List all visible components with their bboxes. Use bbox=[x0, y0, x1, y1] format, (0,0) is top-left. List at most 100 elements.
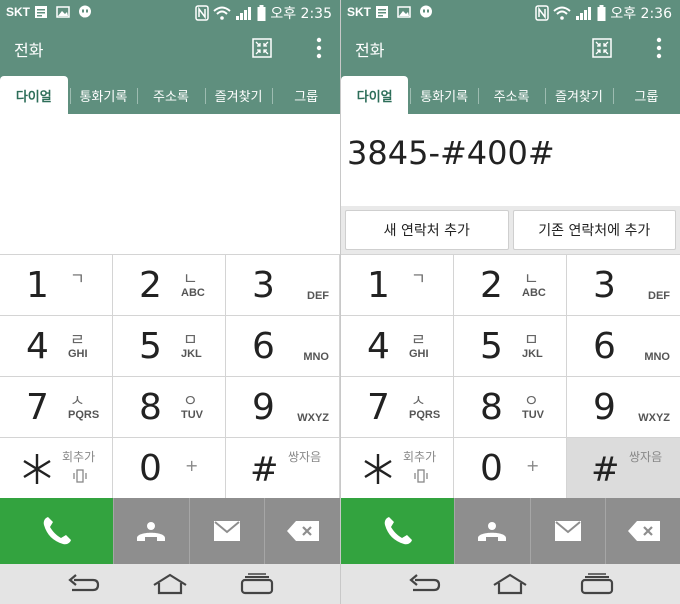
key-letters: JKL bbox=[522, 348, 543, 360]
tab-contacts[interactable]: 주소록 bbox=[137, 76, 205, 114]
key-3[interactable]: 3 DEF bbox=[567, 255, 680, 316]
star-sub-label: 회추가 bbox=[403, 450, 437, 464]
clock: 오후 2:36 bbox=[610, 6, 672, 22]
key-9[interactable]: 9 WXYZ bbox=[226, 377, 340, 438]
key-hash[interactable]: # 쌍자음 bbox=[567, 438, 680, 499]
key-2[interactable]: 2 ㄴ ABC bbox=[454, 255, 567, 316]
phone-icon bbox=[384, 517, 412, 545]
overflow-menu-icon[interactable] bbox=[656, 36, 662, 60]
key-hash[interactable]: # 쌍자음 bbox=[226, 438, 340, 499]
voicemail-button[interactable] bbox=[113, 498, 189, 564]
tab-dialer[interactable]: 다이얼 bbox=[341, 76, 409, 114]
dialed-number[interactable]: 3845-#400# bbox=[347, 134, 555, 172]
home-icon[interactable] bbox=[152, 573, 188, 595]
key-6[interactable]: 6 MNO bbox=[567, 316, 680, 377]
carrier-label: SKT bbox=[347, 5, 371, 19]
vibrate-icon bbox=[414, 469, 428, 483]
key-letters: TUV bbox=[522, 409, 544, 421]
key-digit: 1 bbox=[26, 265, 49, 306]
dialer-screen-left: SKT 오후 2:35 전화 다이얼 통화기록 주소록 즐겨찾기 그룹 1ㄱ 2… bbox=[0, 0, 340, 604]
key-digit: # bbox=[250, 450, 279, 490]
backspace-icon bbox=[627, 521, 660, 541]
message-button[interactable] bbox=[188, 498, 265, 564]
dialpad: 1ㄱ 2 ㄴ ABC 3 DEF 4 ㄹ GHI 5 ㅁ JKL 6 MNO 7 ㅅ PQRS 8 ㅇ… bbox=[341, 254, 680, 499]
backspace-button[interactable] bbox=[605, 498, 680, 564]
key-6[interactable]: 6 MNO bbox=[226, 316, 340, 377]
key-digit: 2 bbox=[139, 265, 162, 306]
battery-icon bbox=[597, 5, 606, 21]
key-5[interactable]: 5 ㅁ JKL bbox=[113, 316, 226, 377]
key-2[interactable]: 2 ㄴ ABC bbox=[113, 255, 226, 316]
key-star[interactable]: 회추가 bbox=[341, 438, 454, 499]
key-hangul: ㅁ bbox=[183, 330, 198, 349]
tab-favorites[interactable]: 즐겨찾기 bbox=[545, 76, 612, 114]
key-3[interactable]: 3 DEF bbox=[226, 255, 340, 316]
key-letters: WXYZ bbox=[638, 412, 670, 424]
home-icon[interactable] bbox=[492, 573, 528, 595]
key-letters: DEF bbox=[307, 290, 329, 302]
key-hangul: ㅁ bbox=[524, 330, 539, 349]
compact-mode-icon[interactable] bbox=[252, 38, 272, 58]
key-letters: MNO bbox=[644, 351, 670, 363]
compact-mode-icon[interactable] bbox=[592, 38, 612, 58]
key-hangul: ㅇ bbox=[183, 391, 198, 410]
asterisk-icon bbox=[364, 454, 392, 484]
key-digit: 4 bbox=[367, 326, 390, 367]
key-8[interactable]: 8 ㅇ TUV bbox=[113, 377, 226, 438]
back-icon[interactable] bbox=[66, 574, 100, 594]
signal-icon bbox=[236, 7, 252, 20]
gallery-icon bbox=[397, 6, 411, 18]
zero-sub-label: + bbox=[526, 456, 540, 475]
key-0[interactable]: 0 + bbox=[113, 438, 226, 499]
call-button[interactable] bbox=[341, 498, 454, 564]
action-bar: 전화 bbox=[341, 26, 680, 70]
key-5[interactable]: 5 ㅁ JKL bbox=[454, 316, 567, 377]
key-1[interactable]: 1ㄱ bbox=[0, 255, 113, 316]
tab-call-log[interactable]: 통화기록 bbox=[69, 76, 138, 114]
message-button[interactable] bbox=[529, 498, 606, 564]
backspace-icon bbox=[286, 521, 319, 541]
hangouts-icon bbox=[79, 5, 91, 18]
key-letters: MNO bbox=[303, 351, 329, 363]
voicemail-button[interactable] bbox=[454, 498, 530, 564]
key-hangul: ㅇ bbox=[524, 391, 539, 410]
key-hangul: ㄴ bbox=[183, 269, 198, 288]
key-star[interactable]: 회추가 bbox=[0, 438, 113, 499]
tab-groups[interactable]: 그룹 bbox=[612, 76, 680, 114]
key-digit: 7 bbox=[367, 387, 390, 428]
tab-groups[interactable]: 그룹 bbox=[272, 76, 340, 114]
key-7[interactable]: 7 ㅅ PQRS bbox=[0, 377, 113, 438]
hangouts-icon bbox=[420, 5, 432, 18]
key-7[interactable]: 7 ㅅ PQRS bbox=[341, 377, 454, 438]
tab-contacts[interactable]: 주소록 bbox=[477, 76, 545, 114]
key-4[interactable]: 4 ㄹ GHI bbox=[341, 316, 454, 377]
message-icon bbox=[35, 6, 47, 18]
hash-sub-label: 쌍자음 bbox=[629, 450, 663, 464]
key-digit: 8 bbox=[480, 387, 503, 428]
overflow-menu-icon[interactable] bbox=[316, 36, 322, 60]
new-contact-button[interactable]: 새 연락처 추가 bbox=[345, 210, 509, 250]
key-4[interactable]: 4 ㄹ GHI bbox=[0, 316, 113, 377]
key-digit: 6 bbox=[252, 326, 275, 367]
add-to-existing-contact-button[interactable]: 기존 연락처에 추가 bbox=[512, 210, 676, 250]
recent-apps-icon[interactable] bbox=[580, 573, 614, 595]
key-letters: DEF bbox=[648, 290, 670, 302]
tab-favorites[interactable]: 즐겨찾기 bbox=[204, 76, 273, 114]
key-letters: TUV bbox=[181, 409, 203, 421]
tab-call-log[interactable]: 통화기록 bbox=[410, 76, 477, 114]
back-icon[interactable] bbox=[407, 574, 441, 594]
tab-dialer[interactable]: 다이얼 bbox=[0, 76, 68, 114]
key-8[interactable]: 8 ㅇ TUV bbox=[454, 377, 567, 438]
recent-apps-icon[interactable] bbox=[240, 573, 274, 595]
add-contact-row: 새 연락처 추가 기존 연락처에 추가 bbox=[341, 206, 680, 254]
key-hangul: ㄱ bbox=[70, 269, 85, 288]
call-button[interactable] bbox=[0, 498, 113, 564]
key-1[interactable]: 1ㄱ bbox=[341, 255, 454, 316]
key-0[interactable]: 0 + bbox=[454, 438, 567, 499]
backspace-button[interactable] bbox=[264, 498, 340, 564]
asterisk-icon bbox=[23, 454, 51, 484]
key-digit: 5 bbox=[480, 326, 503, 367]
phone-icon bbox=[43, 517, 71, 545]
key-hangul: ㄱ bbox=[411, 269, 426, 288]
key-9[interactable]: 9 WXYZ bbox=[567, 377, 680, 438]
